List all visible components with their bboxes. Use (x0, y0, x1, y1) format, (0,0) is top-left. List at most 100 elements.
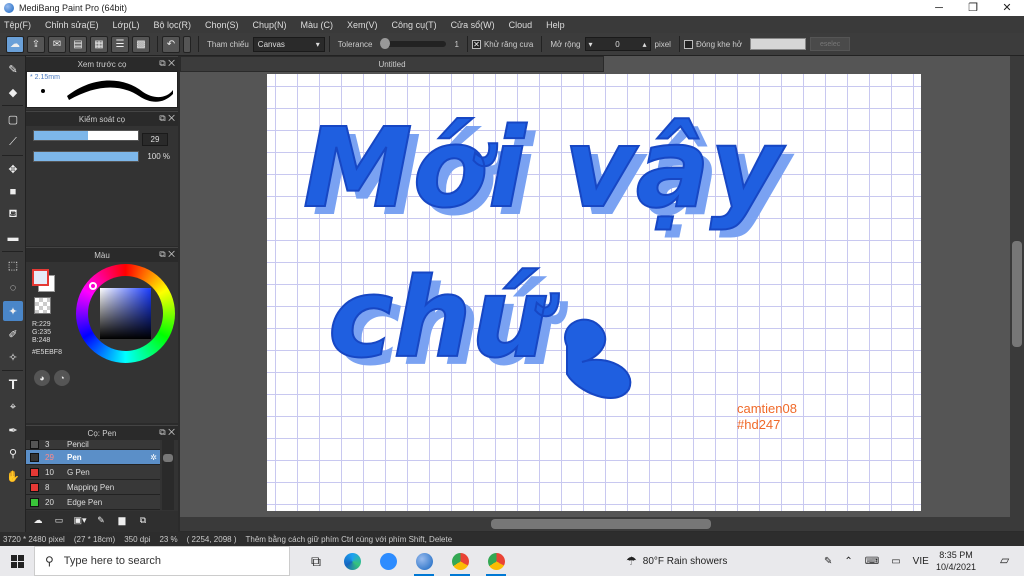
hue-marker[interactable] (89, 282, 97, 290)
size-slider[interactable] (33, 130, 139, 141)
medibang-icon[interactable] (410, 546, 438, 576)
menu-layer[interactable]: Lớp(L) (113, 20, 140, 30)
deselect-button[interactable]: eselec (810, 37, 851, 51)
brush-item-edge-pen[interactable]: 20 Edge Pen (26, 495, 160, 510)
close-button[interactable]: ✕ (990, 0, 1024, 16)
menu-select[interactable]: Chọn(S) (205, 20, 239, 30)
operation-icon[interactable]: ⌖ (3, 397, 23, 417)
line-icon[interactable]: ⟋ (3, 132, 23, 152)
task-view-icon[interactable]: ⧉ (302, 546, 330, 576)
size-input[interactable]: 29 (142, 133, 168, 146)
menu-help[interactable]: Help (546, 20, 565, 30)
panel-buttons[interactable]: ⧉ ✕ (159, 58, 175, 69)
menu-filter[interactable]: Bộ lọc(R) (153, 20, 191, 30)
document-tab[interactable]: Untitled (180, 56, 604, 72)
notification-icon[interactable]: ▱ (1000, 553, 1009, 567)
new-brush-icon[interactable]: ▭ (51, 515, 67, 529)
weather-widget[interactable]: ☂ 80°F Rain showers (626, 546, 727, 576)
tolerance-slider[interactable] (380, 38, 447, 49)
cloud-icon[interactable]: ☁ (6, 35, 24, 53)
fill-icon[interactable]: ■ (3, 182, 23, 202)
slider-knob[interactable] (380, 38, 391, 49)
panel-buttons[interactable]: ⧉ ✕ (159, 427, 175, 438)
undo-icon[interactable]: ↶ (162, 35, 180, 53)
chrome-icon[interactable] (446, 546, 474, 576)
eraser-icon[interactable]: ◆ (3, 82, 23, 102)
language-indicator[interactable]: VIE (913, 556, 929, 567)
cloud-download-icon[interactable]: ☁ (30, 515, 46, 529)
lasso-icon[interactable]: ◌ (3, 278, 23, 298)
brush-item-g-pen[interactable]: 10 G Pen (26, 465, 160, 480)
add-brush-icon[interactable]: ▣▾ (72, 515, 88, 529)
grid-icon[interactable]: ▩ (132, 35, 150, 53)
share-icon[interactable]: ⇪ (27, 35, 45, 53)
comment-icon[interactable]: ✉ (48, 35, 66, 53)
move-icon[interactable]: ✥ (3, 159, 23, 179)
palette-add-icon[interactable]: ◔ (54, 370, 70, 386)
edit-icon[interactable]: ✎ (93, 515, 109, 529)
saturation-value-square[interactable] (100, 288, 151, 339)
panel-buttons[interactable]: ⧉ ✕ (159, 113, 175, 124)
display-icon[interactable]: ▭ (891, 556, 900, 567)
gap-color-swatch[interactable] (750, 38, 807, 50)
brush-item-mapping-pen[interactable]: 8 Mapping Pen (26, 480, 160, 495)
grip-icon[interactable] (183, 35, 191, 53)
chevron-up-icon[interactable]: ▴ (642, 40, 646, 49)
select-pen-icon[interactable]: ✐ (3, 324, 23, 344)
opacity-slider[interactable] (33, 151, 139, 162)
chrome-profile-icon[interactable] (482, 546, 510, 576)
brush-item-pen[interactable]: 29 Pen ✲ (26, 450, 160, 465)
menu-window[interactable]: Cửa sổ(W) (451, 20, 495, 30)
taskbar-search[interactable]: ⚲ Type here to search (34, 546, 290, 576)
chevron-up-icon[interactable]: ⌃ (844, 556, 852, 567)
maximize-button[interactable]: ❐ (956, 0, 990, 16)
brush-list-scrollbar[interactable] (162, 440, 174, 510)
duplicate-icon[interactable]: ⧉ (135, 515, 151, 529)
eyedropper-icon[interactable]: ⚲ (3, 443, 23, 463)
menu-view[interactable]: Xem(V) (347, 20, 378, 30)
panel-buttons[interactable]: ⧉ ✕ (159, 249, 175, 260)
brush-item-pencil[interactable]: 3 Pencil (26, 440, 160, 450)
select-eraser-icon[interactable]: ✧ (3, 347, 23, 367)
gear-icon[interactable]: ✲ (150, 453, 157, 462)
menu-tools[interactable]: Công cụ(T) (392, 20, 437, 30)
start-button[interactable] (0, 546, 34, 576)
dropper-icon[interactable]: ✒ (3, 420, 23, 440)
hand-icon[interactable]: ✋ (3, 466, 23, 486)
expand-input[interactable]: ▾ 0 ▴ (584, 37, 651, 51)
brush-icon[interactable]: ✎ (3, 59, 23, 79)
keyboard-icon[interactable]: ⌨ (865, 556, 879, 567)
layers-icon[interactable]: ▤ (69, 35, 87, 53)
close-gap-checkbox[interactable] (683, 39, 693, 49)
reference-select[interactable]: Canvas ▾ (252, 36, 325, 52)
menu-cloud[interactable]: Cloud (509, 20, 533, 30)
scroll-thumb[interactable] (1012, 241, 1022, 347)
vertical-scrollbar[interactable] (1010, 56, 1024, 531)
transparent-swatch[interactable] (34, 297, 51, 314)
scroll-thumb[interactable] (491, 519, 711, 529)
scroll-thumb[interactable] (163, 454, 173, 462)
palette-icon[interactable]: ◕ (34, 370, 50, 386)
folder-icon[interactable]: ▆ (114, 515, 130, 529)
foreground-color-swatch[interactable] (32, 269, 49, 286)
select-rect-icon[interactable]: ⬚ (3, 255, 23, 275)
menu-snap[interactable]: Chụp(N) (253, 20, 287, 30)
menu-edit[interactable]: Chỉnh sửa(E) (45, 20, 99, 30)
menu-color[interactable]: Màu (C) (301, 20, 334, 30)
menu-file[interactable]: Tệp(F) (4, 20, 31, 30)
bucket-icon[interactable]: ⛾ (3, 205, 23, 225)
document-icon[interactable]: ▦ (90, 35, 108, 53)
minimize-button[interactable]: ─ (922, 0, 956, 16)
edge-icon[interactable] (338, 546, 366, 576)
list-icon[interactable]: ☰ (111, 35, 129, 53)
text-icon[interactable]: T (3, 374, 23, 394)
zoom-icon[interactable] (374, 546, 402, 576)
clock[interactable]: 8:35 PM 10/4/2021 (936, 549, 976, 573)
antialias-checkbox[interactable]: ✕ (471, 39, 481, 49)
horizontal-scrollbar[interactable] (180, 517, 1010, 531)
gradient-icon[interactable]: ▬ (3, 228, 23, 248)
color-wheel[interactable] (76, 264, 175, 363)
pen-tray-icon[interactable]: ✎ (824, 556, 832, 567)
dot-icon[interactable]: ▢ (3, 109, 23, 129)
chevron-down-icon[interactable]: ▾ (589, 40, 593, 49)
